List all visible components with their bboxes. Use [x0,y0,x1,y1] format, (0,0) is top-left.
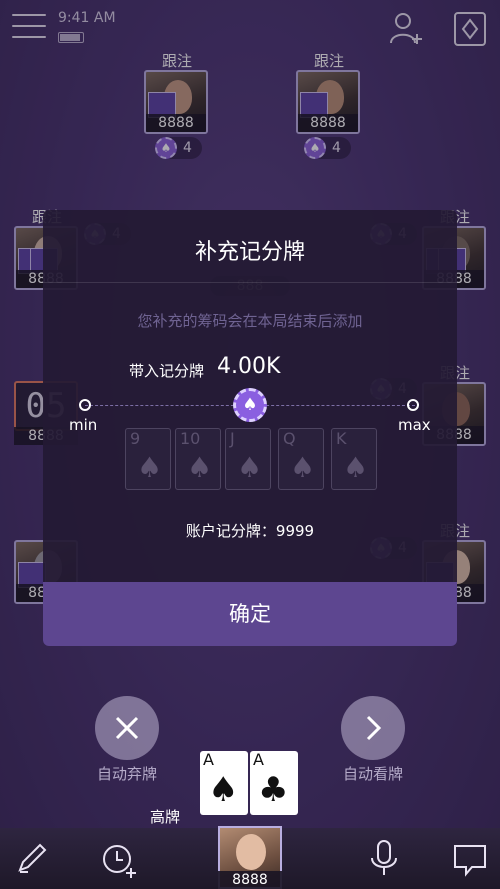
buyin-value: 4.00K [217,354,281,379]
chevron-right-icon [366,715,382,741]
auto-check-label: 自动看牌 [342,765,403,783]
slider-max-label: max [398,416,431,434]
hole-card: A ♠ [200,751,248,815]
dialog-hint: 您补充的筹码会在本局结束后添加 [137,312,363,330]
ghost-card: Q ♠ [278,428,324,490]
confirm-button[interactable]: 确定 [43,582,457,646]
dialog-title: 补充记分牌 [194,240,305,265]
chat-icon[interactable] [452,842,488,878]
buyin-dialog: 补充记分牌 您补充的筹码会在本局结束后添加 带入记分牌 4.00K 9 ♠ 10 ♠… [43,210,457,646]
ghost-card: 9 ♠ [125,428,171,490]
divider [43,282,457,283]
hole-card: A ♣ [250,751,298,815]
slider-min-dot [79,399,91,411]
ghost-card: K ♠ [331,428,377,490]
ghost-card: J ♠ [225,428,271,490]
auto-fold-label: 自动弃牌 [96,765,157,783]
auto-check-button[interactable] [341,696,405,760]
ghost-card: 10 ♠ [175,428,221,490]
pencil-icon[interactable] [14,840,50,876]
microphone-icon[interactable] [366,838,402,878]
slider-thumb[interactable]: ♠ [233,388,267,422]
buyin-label: 带入记分牌 [129,362,205,380]
close-icon [115,716,139,740]
slider-max-dot [407,399,419,411]
slider-min-label: min [69,416,98,434]
hand-rank-label: 高牌 [150,808,181,826]
auto-fold-button[interactable] [95,696,159,760]
clock-add-icon[interactable] [100,840,140,880]
account-balance: 账户记分牌：9999 [185,522,315,540]
self-chips: 8888 [218,871,282,889]
